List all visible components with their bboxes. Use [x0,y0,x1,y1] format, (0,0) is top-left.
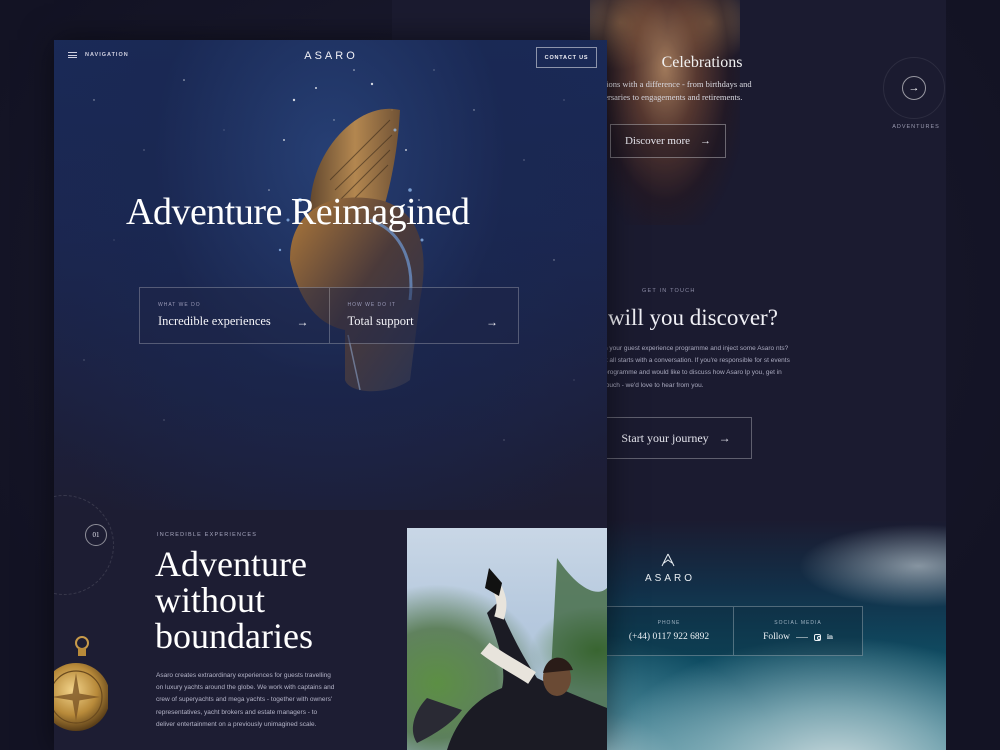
get-in-touch-caption: GET IN TOUCH [642,288,696,294]
feature-caption: HOW WE DO IT [347,302,396,308]
start-journey-label: Start your journey [621,430,709,445]
feature-links: WHAT WE DO Incredible experiences → HOW … [139,287,519,344]
start-journey-button[interactable]: Start your journey → [600,417,752,459]
get-in-touch-text: n your guest experience programme and in… [604,345,790,389]
asaro-logo-icon [661,553,675,567]
pirate-performer-photo [407,528,607,750]
feature-title: Incredible experiences [158,314,271,328]
adventures-next-button[interactable]: → [883,57,945,119]
footer-contact-box: PHONE (+44) 0117 922 6892 SOCIAL MEDIA F… [604,606,863,656]
phone-cell[interactable]: PHONE (+44) 0117 922 6892 [605,607,733,655]
feature-title: Total support [347,314,414,328]
navigation-menu-button[interactable]: NAVIGATION [68,52,129,58]
hero-section: NAVIGATION ASARO CONTACT US Adventure Re… [54,40,607,510]
celebrations-title: Celebrations [661,54,743,71]
section-title: Adventure without boundaries [155,546,395,654]
arrow-right-icon: → [700,135,712,147]
section-number: 01 [85,524,107,546]
hero-title: Adventure Reimagined [126,191,470,233]
spartan-helmet-image [278,108,424,392]
social-cell: SOCIAL MEDIA Follow in [733,607,862,655]
section-caption: INCREDIBLE EXPERIENCES [157,532,258,538]
feature-what-we-do[interactable]: WHAT WE DO Incredible experiences → [140,288,329,343]
home-page-preview: NAVIGATION ASARO CONTACT US Adventure Re… [54,40,607,750]
arrow-right-icon: → [296,315,309,329]
phone-number[interactable]: (+44) 0117 922 6892 [629,632,709,642]
social-caption: SOCIAL MEDIA [774,620,822,626]
contact-us-button[interactable]: CONTACT US [536,47,597,68]
divider [796,636,809,638]
linkedin-icon[interactable]: in [827,633,833,641]
feature-how-we-do-it[interactable]: HOW WE DO IT Total support → [328,288,519,343]
follow-label: Follow [763,632,791,642]
adventures-label: ADVENTURES [892,124,940,130]
section-title-line: without [155,580,266,620]
arrow-right-icon: → [902,76,926,100]
phone-caption: PHONE [657,620,681,626]
celebrations-text: ations with a difference - from birthday… [600,79,752,102]
compass-image [54,636,108,731]
discover-more-label: Discover more [624,135,691,147]
navigation-label: NAVIGATION [85,52,129,58]
section-body-text: Asaro creates extraordinary experiences … [156,672,335,728]
discover-more-button[interactable]: Discover more → [610,124,726,158]
footer-brand: ASARO [645,573,696,584]
arrow-right-icon: → [718,430,731,445]
discover-heading: will you discover? [608,305,778,330]
brand-logo[interactable]: ASARO [301,50,361,62]
instagram-icon[interactable] [814,633,822,641]
social-row: Follow in [763,632,833,642]
celebrations-photo [590,0,740,225]
pirate-figure [412,558,607,750]
menu-icon [68,52,77,58]
arrow-right-icon: → [486,315,498,329]
section-orbit-decoration [54,495,114,595]
feature-caption: WHAT WE DO [158,302,201,308]
section-title-line: Adventure [155,544,307,584]
section-title-line: boundaries [155,616,313,656]
